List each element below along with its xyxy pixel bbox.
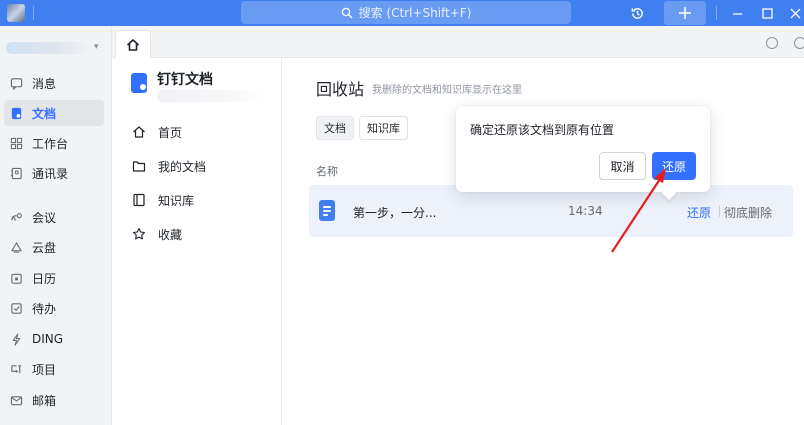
app-logo[interactable] — [7, 4, 25, 22]
tab-bar — [112, 26, 804, 59]
history-button[interactable] — [624, 0, 650, 26]
sidebar-item-label: 云盘 — [32, 240, 57, 255]
sidebar-item-label: 文档 — [32, 106, 57, 121]
maximize-icon — [761, 7, 773, 19]
global-search-box[interactable]: 搜索 (Ctrl+Shift+F) — [241, 1, 571, 24]
minimize-icon — [732, 12, 742, 15]
confirm-restore-button[interactable]: 还原 — [652, 152, 696, 180]
cancel-button[interactable]: 取消 — [599, 152, 646, 180]
restore-confirm-popover: 确定还原该文档到原有位置 取消 还原 — [456, 106, 710, 192]
refresh-icon[interactable] — [766, 37, 778, 49]
title-bar: 搜索 (Ctrl+Shift+F) — [0, 0, 804, 26]
table-row[interactable]: 第一步，一分... 14:34 还原 彻底删除 — [309, 185, 793, 237]
home-icon — [133, 126, 145, 138]
filter-documents[interactable]: 文档 — [316, 116, 354, 140]
sidebar-item-label: 邮箱 — [32, 393, 57, 408]
deleted-time: 14:34 — [568, 204, 603, 218]
docs-navigation: 钉钉文档 首页 我的文档 知识库 收藏 — [112, 58, 282, 425]
ding-icon — [12, 332, 21, 346]
document-icon — [11, 107, 22, 119]
sidebar-item-label: 待办 — [32, 301, 57, 316]
page-title: 回收站 — [316, 80, 365, 99]
confirm-message: 确定还原该文档到原有位置 — [470, 123, 615, 137]
sidebar-item-label: 会议 — [32, 210, 57, 225]
sidebar-item-label: 消息 — [32, 76, 57, 91]
sidebar-item-mail[interactable]: 邮箱 — [4, 387, 104, 413]
permanent-delete-link[interactable]: 彻底删除 — [724, 204, 772, 221]
sidebar-item-label: 日历 — [32, 271, 57, 286]
history-icon — [631, 7, 643, 19]
sidebar-item-label: 项目 — [32, 362, 57, 377]
cloud-drive-icon — [11, 241, 22, 253]
workbench-icon — [10, 137, 23, 149]
docnav-item-my-docs[interactable]: 我的文档 — [132, 156, 206, 176]
create-button[interactable] — [664, 1, 706, 25]
settings-icon[interactable] — [794, 37, 804, 49]
action-divider — [719, 206, 720, 217]
chevron-down-icon: ▾ — [94, 42, 99, 52]
project-icon — [11, 364, 22, 373]
docnav-item-label: 我的文档 — [158, 159, 207, 174]
message-icon — [10, 77, 23, 90]
star-icon — [132, 227, 146, 240]
filter-knowledge-base[interactable]: 知识库 — [359, 116, 408, 140]
calendar-icon — [11, 273, 22, 284]
docnav-item-label: 知识库 — [158, 193, 195, 208]
sidebar-item-workbench[interactable]: 工作台 — [4, 130, 104, 156]
sidebar-item-project[interactable]: 项目 — [4, 356, 104, 382]
sidebar-item-label: DING — [32, 332, 64, 346]
sidebar-item-meeting[interactable]: 会议 — [4, 204, 104, 230]
contacts-icon — [10, 167, 22, 179]
tab-home[interactable] — [115, 30, 151, 59]
plus-icon — [679, 7, 691, 19]
docs-title: 钉钉文档 — [157, 72, 213, 88]
meeting-icon — [11, 212, 22, 221]
sidebar-item-contacts[interactable]: 通讯录 — [4, 160, 104, 186]
minimize-button[interactable] — [726, 0, 748, 26]
maximize-button[interactable] — [756, 0, 778, 26]
folder-icon — [132, 161, 146, 172]
document-file-icon — [319, 200, 335, 221]
docnav-item-label: 收藏 — [158, 227, 183, 242]
home-icon — [126, 39, 140, 51]
restore-link[interactable]: 还原 — [687, 204, 711, 221]
search-icon — [341, 7, 353, 18]
user-name-blurred — [6, 42, 88, 54]
close-button[interactable] — [784, 0, 804, 26]
app-sidebar: ▾ 消息 文档 工作台 通讯录 会议 云盘 日历 待办 DING 项目 邮箱 — [0, 26, 112, 425]
docnav-item-home[interactable]: 首页 — [132, 122, 182, 142]
docnav-item-label: 首页 — [158, 125, 183, 140]
page-description: 我删除的文档和知识库显示在这里 — [372, 85, 522, 96]
sidebar-item-label: 工作台 — [32, 136, 69, 151]
user-profile[interactable]: ▾ — [6, 38, 99, 56]
window-controls-divider — [716, 6, 717, 20]
sidebar-item-messages[interactable]: 消息 — [4, 70, 104, 96]
column-header-name: 名称 — [316, 165, 338, 178]
sidebar-item-todo[interactable]: 待办 — [4, 295, 104, 321]
sidebar-item-cloud-drive[interactable]: 云盘 — [4, 234, 104, 260]
sidebar-item-documents[interactable]: 文档 — [4, 100, 104, 126]
book-icon — [133, 193, 145, 207]
document-name: 第一步，一分... — [353, 206, 437, 220]
sidebar-item-ding[interactable]: DING — [4, 326, 104, 352]
docnav-item-knowledge-base[interactable]: 知识库 — [132, 190, 194, 210]
title-divider — [33, 6, 34, 20]
docnav-item-favorites[interactable]: 收藏 — [132, 224, 182, 244]
docs-subtitle-blurred — [157, 90, 267, 102]
mail-icon — [10, 395, 23, 405]
todo-icon — [11, 302, 22, 314]
search-placeholder: 搜索 (Ctrl+Shift+F) — [358, 6, 472, 20]
sidebar-item-calendar[interactable]: 日历 — [4, 265, 104, 291]
close-icon — [790, 8, 800, 18]
sidebar-item-label: 通讯录 — [32, 166, 69, 181]
docs-logo-icon — [131, 73, 147, 93]
